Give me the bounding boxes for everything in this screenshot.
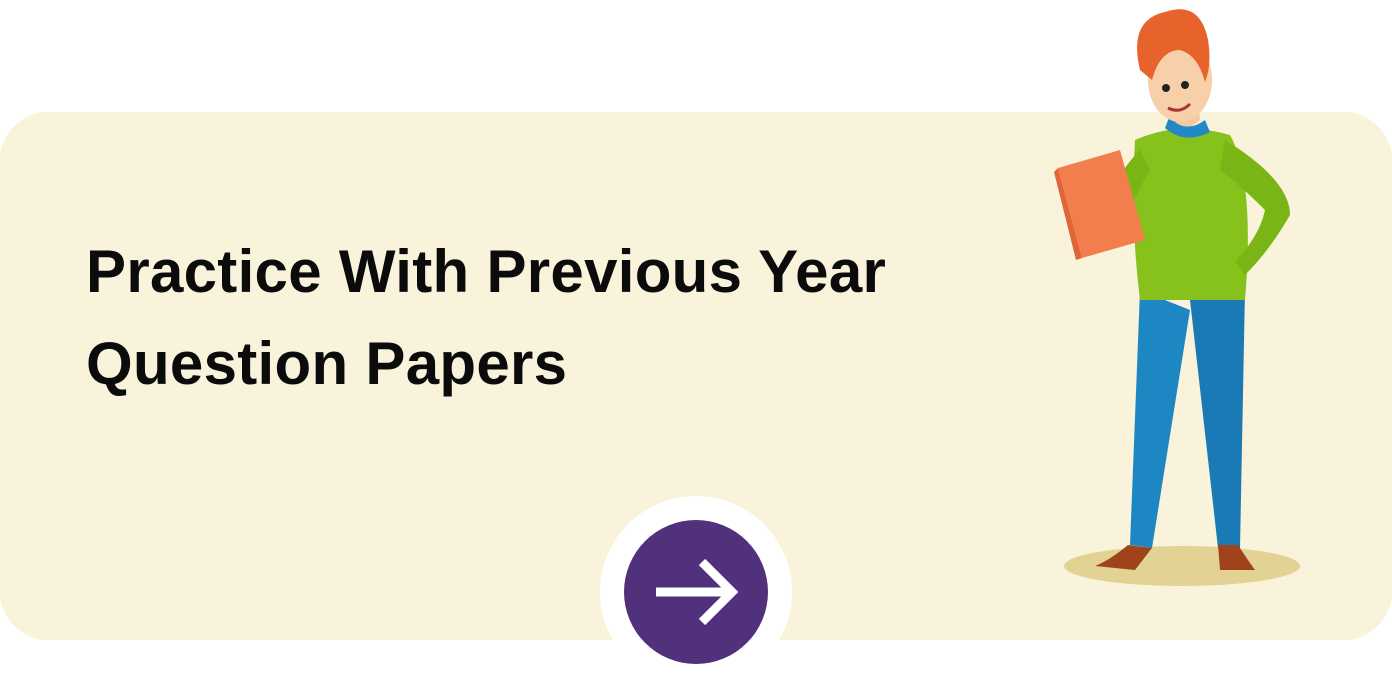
student-reading-illustration (1054, 9, 1300, 586)
title-line-2: Question Papers (86, 330, 568, 397)
title-line-1: Practice With Previous Year (86, 238, 887, 305)
arrow-right-icon (656, 558, 739, 626)
banner-title: Practice With Previous Year Question Pap… (86, 226, 886, 410)
next-arrow-button[interactable] (624, 520, 768, 664)
